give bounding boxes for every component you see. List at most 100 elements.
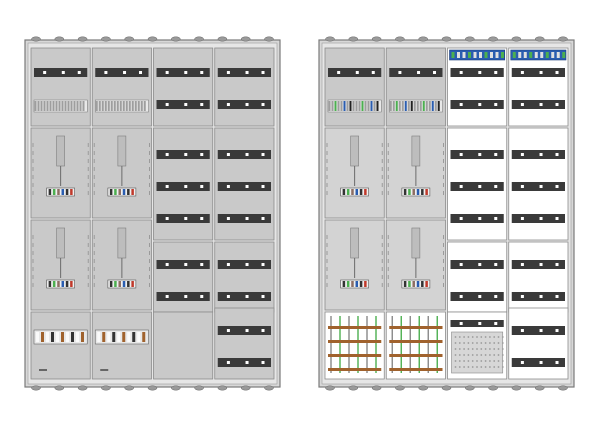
plate-hole — [476, 354, 478, 356]
plate-hole — [467, 336, 470, 338]
cabinet-foot — [371, 385, 382, 391]
rail-clip — [520, 71, 524, 74]
rail-clip — [520, 103, 524, 106]
meter-mount-tube — [411, 227, 421, 259]
plate-hole — [493, 348, 496, 350]
terminal-block — [122, 101, 125, 111]
meter-mount-tube — [117, 227, 127, 259]
cabinet-foot — [240, 36, 251, 42]
meter-terminal-pin — [114, 189, 117, 195]
cabinet-foot — [348, 385, 359, 391]
rail-clip — [459, 71, 463, 74]
cabinet-foot — [217, 36, 228, 42]
terminal-block — [58, 101, 61, 111]
busbar — [328, 340, 382, 343]
plate-hole — [467, 354, 470, 356]
rail-clip — [261, 185, 265, 188]
meter-terminal-pin — [109, 281, 113, 287]
rail-clip — [539, 153, 543, 156]
meter-terminal-pin — [403, 281, 407, 287]
rail-clip — [226, 185, 230, 188]
busbar-terminal — [484, 52, 488, 58]
terminal-block — [134, 101, 137, 111]
meter-terminal-pin — [52, 281, 56, 287]
rail-clip — [539, 185, 543, 188]
terminal-block — [407, 101, 410, 111]
terminal-block — [401, 101, 404, 111]
cabinet-foot — [511, 36, 522, 42]
plate-hole — [484, 366, 487, 368]
switch-pole — [137, 332, 141, 342]
rail-clip — [478, 322, 482, 325]
meter-terminal-pin — [118, 189, 121, 195]
terminal-block — [355, 101, 358, 111]
rail-clip — [200, 153, 204, 156]
busbar-terminal — [490, 52, 493, 58]
plate-hole — [454, 336, 457, 338]
terminal-block — [437, 101, 440, 111]
plate-hole — [476, 336, 478, 338]
label-slot — [100, 369, 109, 371]
cabinet-foot — [558, 36, 568, 42]
plate-hole — [467, 360, 470, 362]
meter-mount-tube — [411, 135, 421, 167]
plate-hole — [493, 342, 496, 344]
terminal-block — [79, 101, 82, 111]
cabinet-foot — [325, 385, 335, 391]
plate-hole — [458, 336, 461, 338]
busbar-terminal — [457, 52, 460, 58]
terminal-block — [140, 101, 143, 111]
rail-clip — [555, 153, 559, 156]
top-row-panel — [30, 47, 91, 127]
meter-terminal-pin — [70, 281, 73, 287]
rail-clip — [555, 71, 559, 74]
rail-clip — [165, 153, 169, 156]
cabinet-foot — [418, 385, 428, 391]
rail-clip — [165, 71, 169, 74]
terminal-block — [431, 101, 434, 111]
busbar-terminal — [523, 52, 527, 58]
terminal-block — [61, 101, 64, 111]
terminal-block — [337, 101, 340, 111]
rail-clip — [539, 329, 543, 332]
plate-hole — [454, 366, 457, 368]
terminal-block — [367, 101, 370, 111]
plate-hole — [501, 336, 504, 338]
cabinet-closed-view — [24, 36, 281, 391]
plate-hole — [497, 360, 500, 362]
plate-hole — [480, 348, 483, 350]
meter-mount-tube — [350, 135, 359, 167]
switch-pole — [102, 332, 106, 342]
cabinet-foot — [264, 385, 274, 391]
switch-pole — [142, 332, 146, 342]
terminal-block — [395, 101, 398, 111]
meter-terminal-pin — [416, 281, 420, 287]
terminal-block — [101, 101, 104, 111]
rail-clip — [261, 217, 265, 220]
terminal-block — [104, 101, 107, 111]
terminal-block — [119, 101, 122, 111]
terminal-block — [343, 101, 346, 111]
terminal-block — [425, 101, 428, 111]
meter-terminal-pin — [355, 189, 359, 195]
rail-clip — [459, 322, 463, 325]
terminal-block — [346, 101, 349, 111]
rail-clip — [184, 71, 188, 74]
bottom-panel — [153, 311, 214, 380]
terminal-block — [358, 101, 361, 111]
switch-pole — [56, 332, 59, 342]
terminal-block — [76, 101, 79, 111]
plate-hole — [484, 342, 487, 344]
terminal-block — [143, 101, 146, 111]
rail-clip — [261, 295, 265, 298]
rail-clip — [245, 185, 249, 188]
plate-hole — [463, 354, 465, 356]
terminal-block — [110, 101, 113, 111]
rail-clip — [494, 295, 498, 298]
rail-clip — [539, 361, 543, 364]
meter-terminal-pin — [355, 281, 359, 287]
busbar — [389, 368, 443, 371]
plate-hole — [497, 336, 500, 338]
busbar-terminal — [479, 52, 482, 58]
plate-hole — [467, 342, 470, 344]
